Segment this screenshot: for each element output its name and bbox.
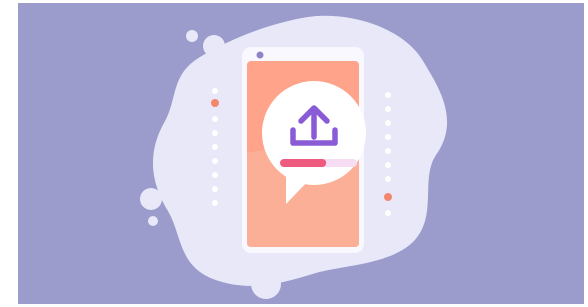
bubble-dot — [414, 70, 424, 80]
illustration-canvas — [0, 0, 588, 307]
bubble-dot — [186, 30, 198, 42]
bubble-dot — [415, 85, 435, 105]
illustration-panel — [18, 3, 584, 304]
left-dot-column — [211, 88, 219, 206]
progress-fill — [280, 159, 327, 167]
upload-progress-bar — [280, 159, 357, 167]
upload-illustration — [140, 15, 448, 299]
bubble-dot — [251, 269, 281, 299]
camera-icon — [256, 51, 264, 59]
bubble-dot — [402, 220, 420, 238]
bubble-dot — [148, 216, 158, 226]
bubble-dot — [203, 35, 225, 57]
bubble-dot — [140, 188, 162, 210]
